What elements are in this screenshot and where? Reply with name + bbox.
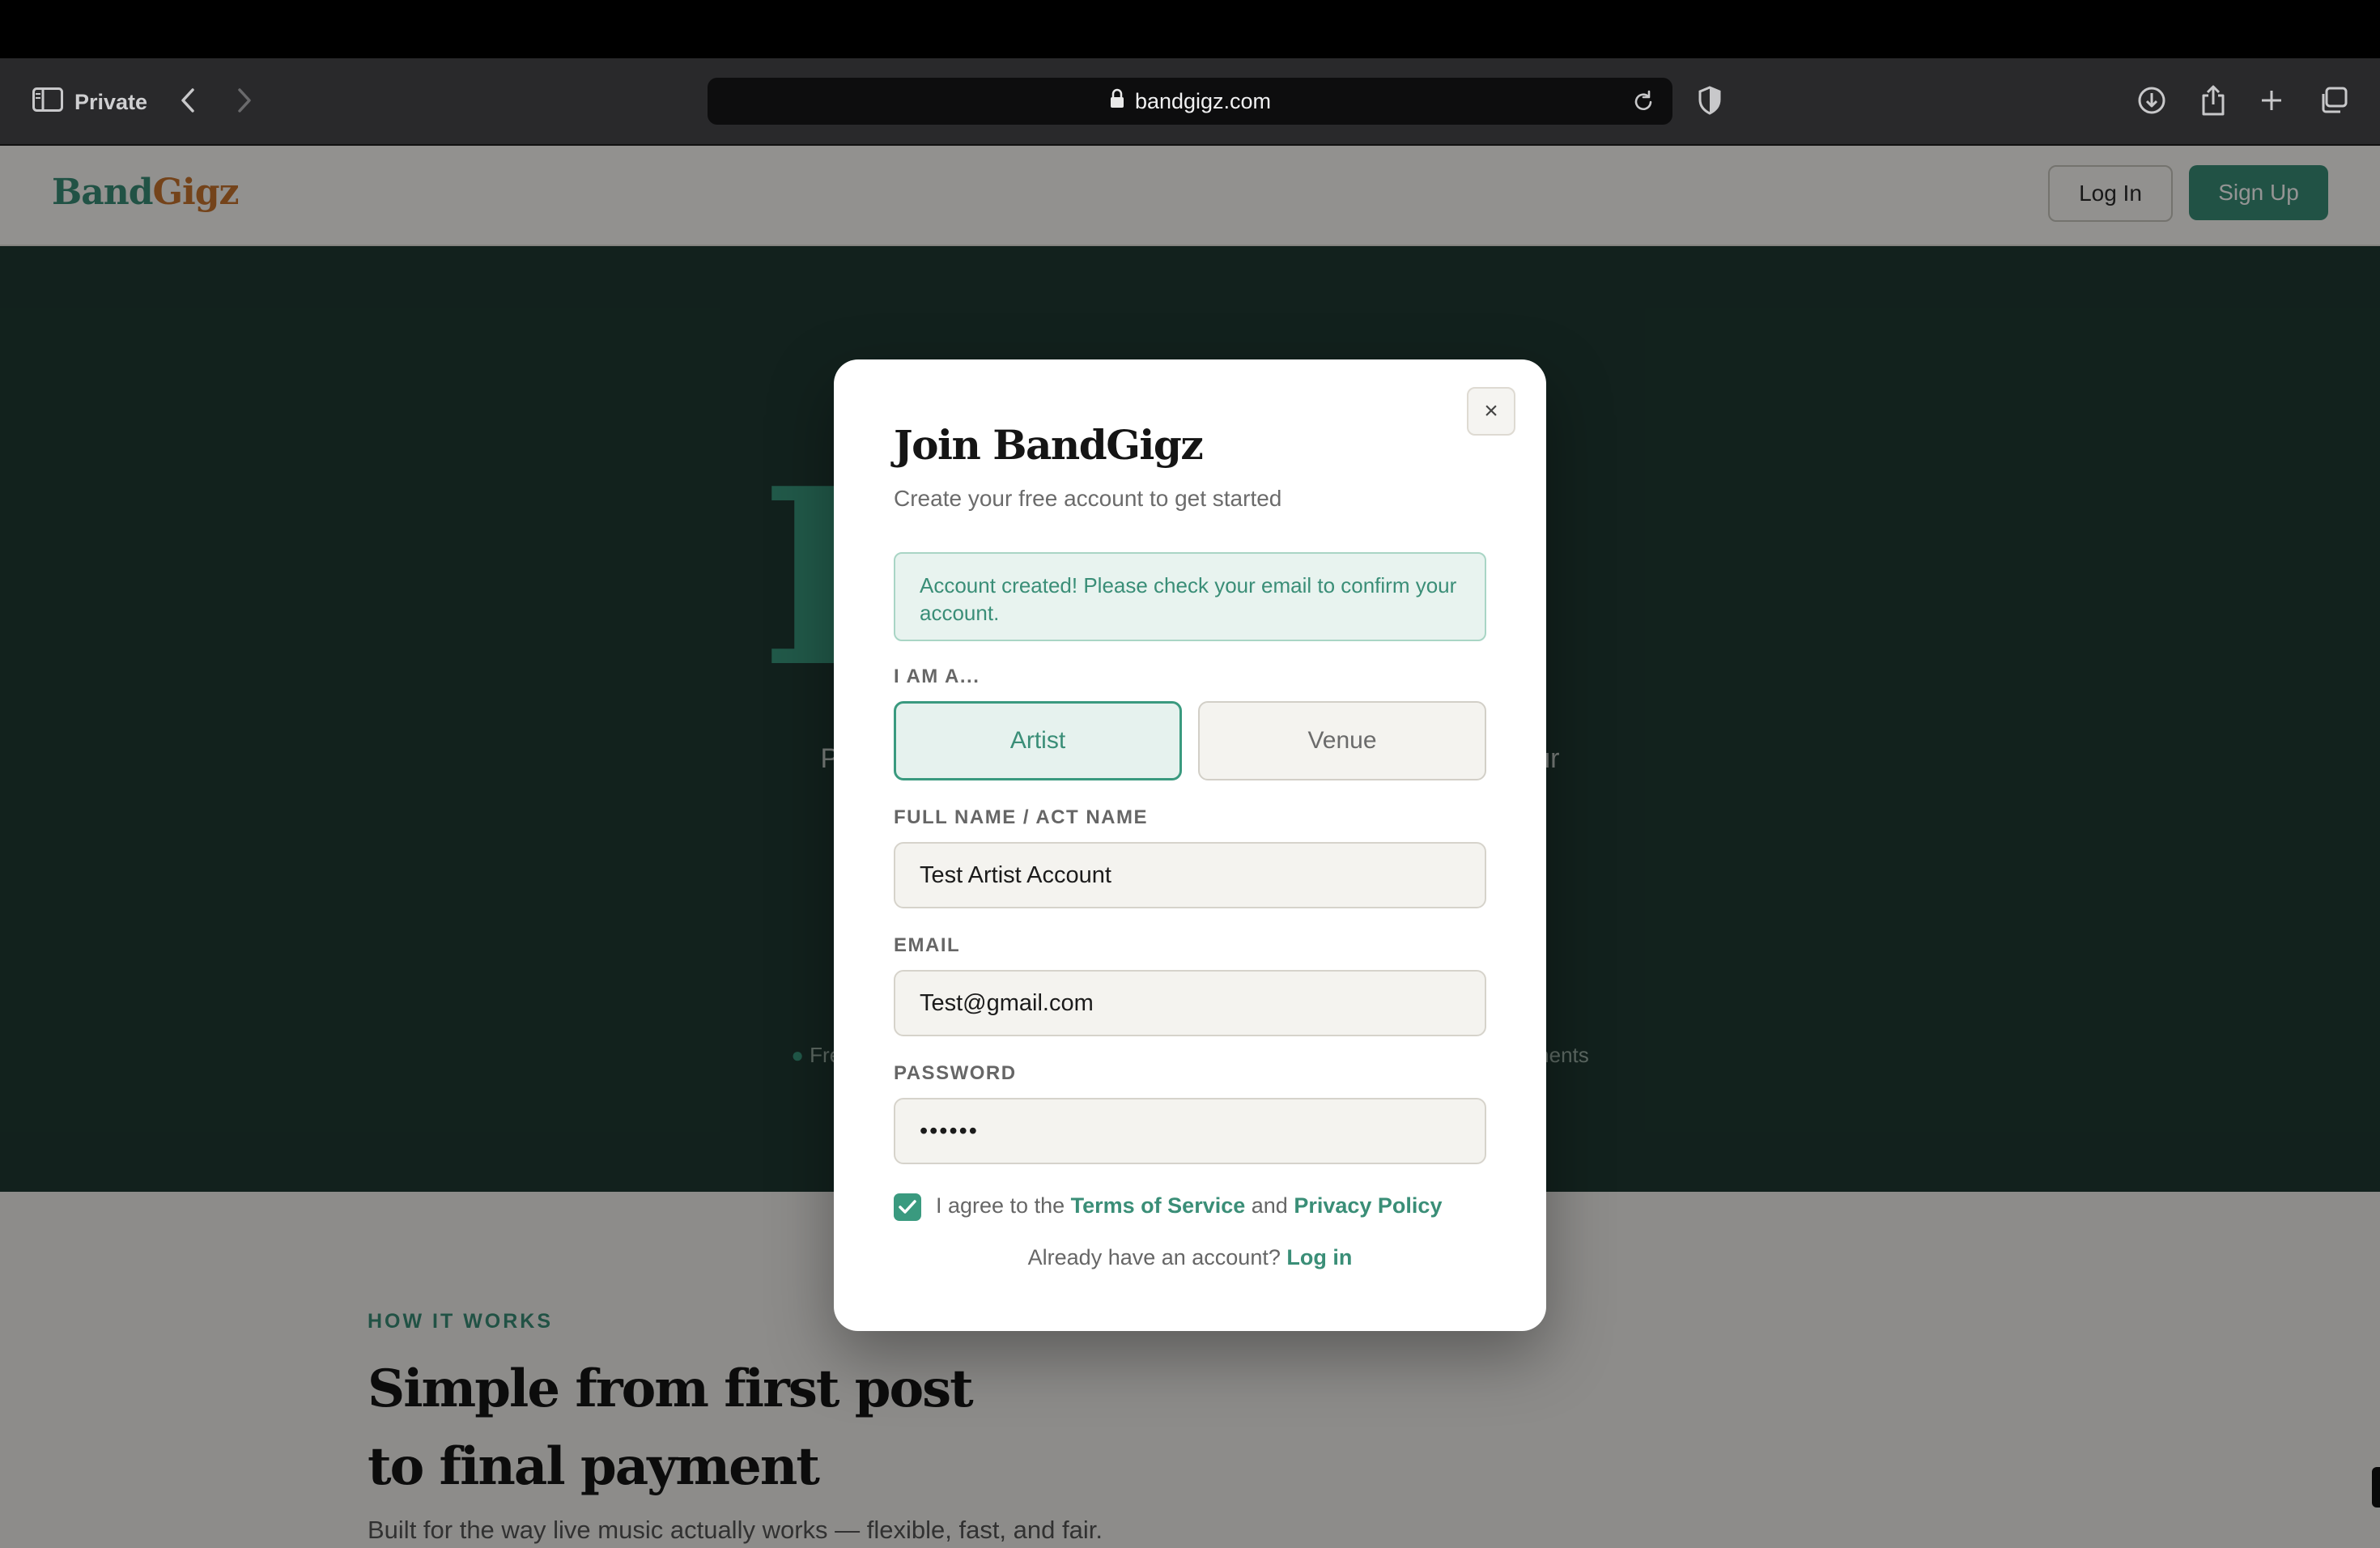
- signup-modal: × Join BandGigz Create your free account…: [834, 359, 1546, 1331]
- system-menubar: [0, 0, 2380, 58]
- new-tab-icon[interactable]: [2255, 83, 2288, 118]
- name-field[interactable]: Test Artist Account: [894, 842, 1486, 908]
- login-prompt: Already have an account? Log in: [834, 1245, 1546, 1270]
- share-icon[interactable]: [2195, 81, 2231, 120]
- address-bar[interactable]: bandgigz.com: [708, 78, 1672, 125]
- private-toggle[interactable]: Private: [32, 84, 147, 120]
- terms-link[interactable]: Terms of Service: [1071, 1193, 1246, 1218]
- role-artist-button[interactable]: Artist: [894, 701, 1182, 780]
- role-venue-button[interactable]: Venue: [1198, 701, 1486, 780]
- terms-checkbox[interactable]: [894, 1193, 921, 1221]
- download-icon[interactable]: [2134, 83, 2170, 118]
- lock-icon: [1109, 88, 1125, 115]
- close-icon[interactable]: ×: [1467, 387, 1515, 436]
- check-icon: [899, 1200, 916, 1214]
- modal-subtitle: Create your free account to get started: [894, 486, 1282, 511]
- email-field[interactable]: Test@gmail.com: [894, 970, 1486, 1036]
- forward-icon[interactable]: [233, 83, 256, 118]
- back-icon[interactable]: [176, 83, 199, 118]
- sidebar-icon[interactable]: [32, 87, 63, 117]
- agree-prefix: I agree to the: [936, 1193, 1065, 1218]
- password-label: PASSWORD: [894, 1062, 1017, 1084]
- success-alert: Account created! Please check your email…: [894, 552, 1486, 641]
- terms-agreement: I agree to the Terms of Service and Priv…: [936, 1193, 1442, 1218]
- modal-login-link[interactable]: Log in: [1286, 1245, 1352, 1269]
- shield-icon[interactable]: [1694, 83, 1726, 118]
- password-field[interactable]: ••••••: [894, 1098, 1486, 1164]
- role-label: I AM A...: [894, 666, 980, 687]
- already-text: Already have an account?: [1027, 1245, 1281, 1269]
- modal-title: Join BandGigz: [894, 421, 1204, 469]
- browser-toolbar: Private bandgigz.com: [0, 58, 2380, 146]
- privacy-link[interactable]: Privacy Policy: [1294, 1193, 1442, 1218]
- email-label: EMAIL: [894, 934, 961, 956]
- agree-and: and: [1251, 1193, 1288, 1218]
- tabs-overview-icon[interactable]: [2317, 83, 2351, 118]
- reload-icon[interactable]: [1632, 89, 1655, 119]
- name-label: FULL NAME / ACT NAME: [894, 806, 1148, 828]
- url-text: bandgigz.com: [1134, 88, 1272, 113]
- private-label: Private: [74, 89, 148, 114]
